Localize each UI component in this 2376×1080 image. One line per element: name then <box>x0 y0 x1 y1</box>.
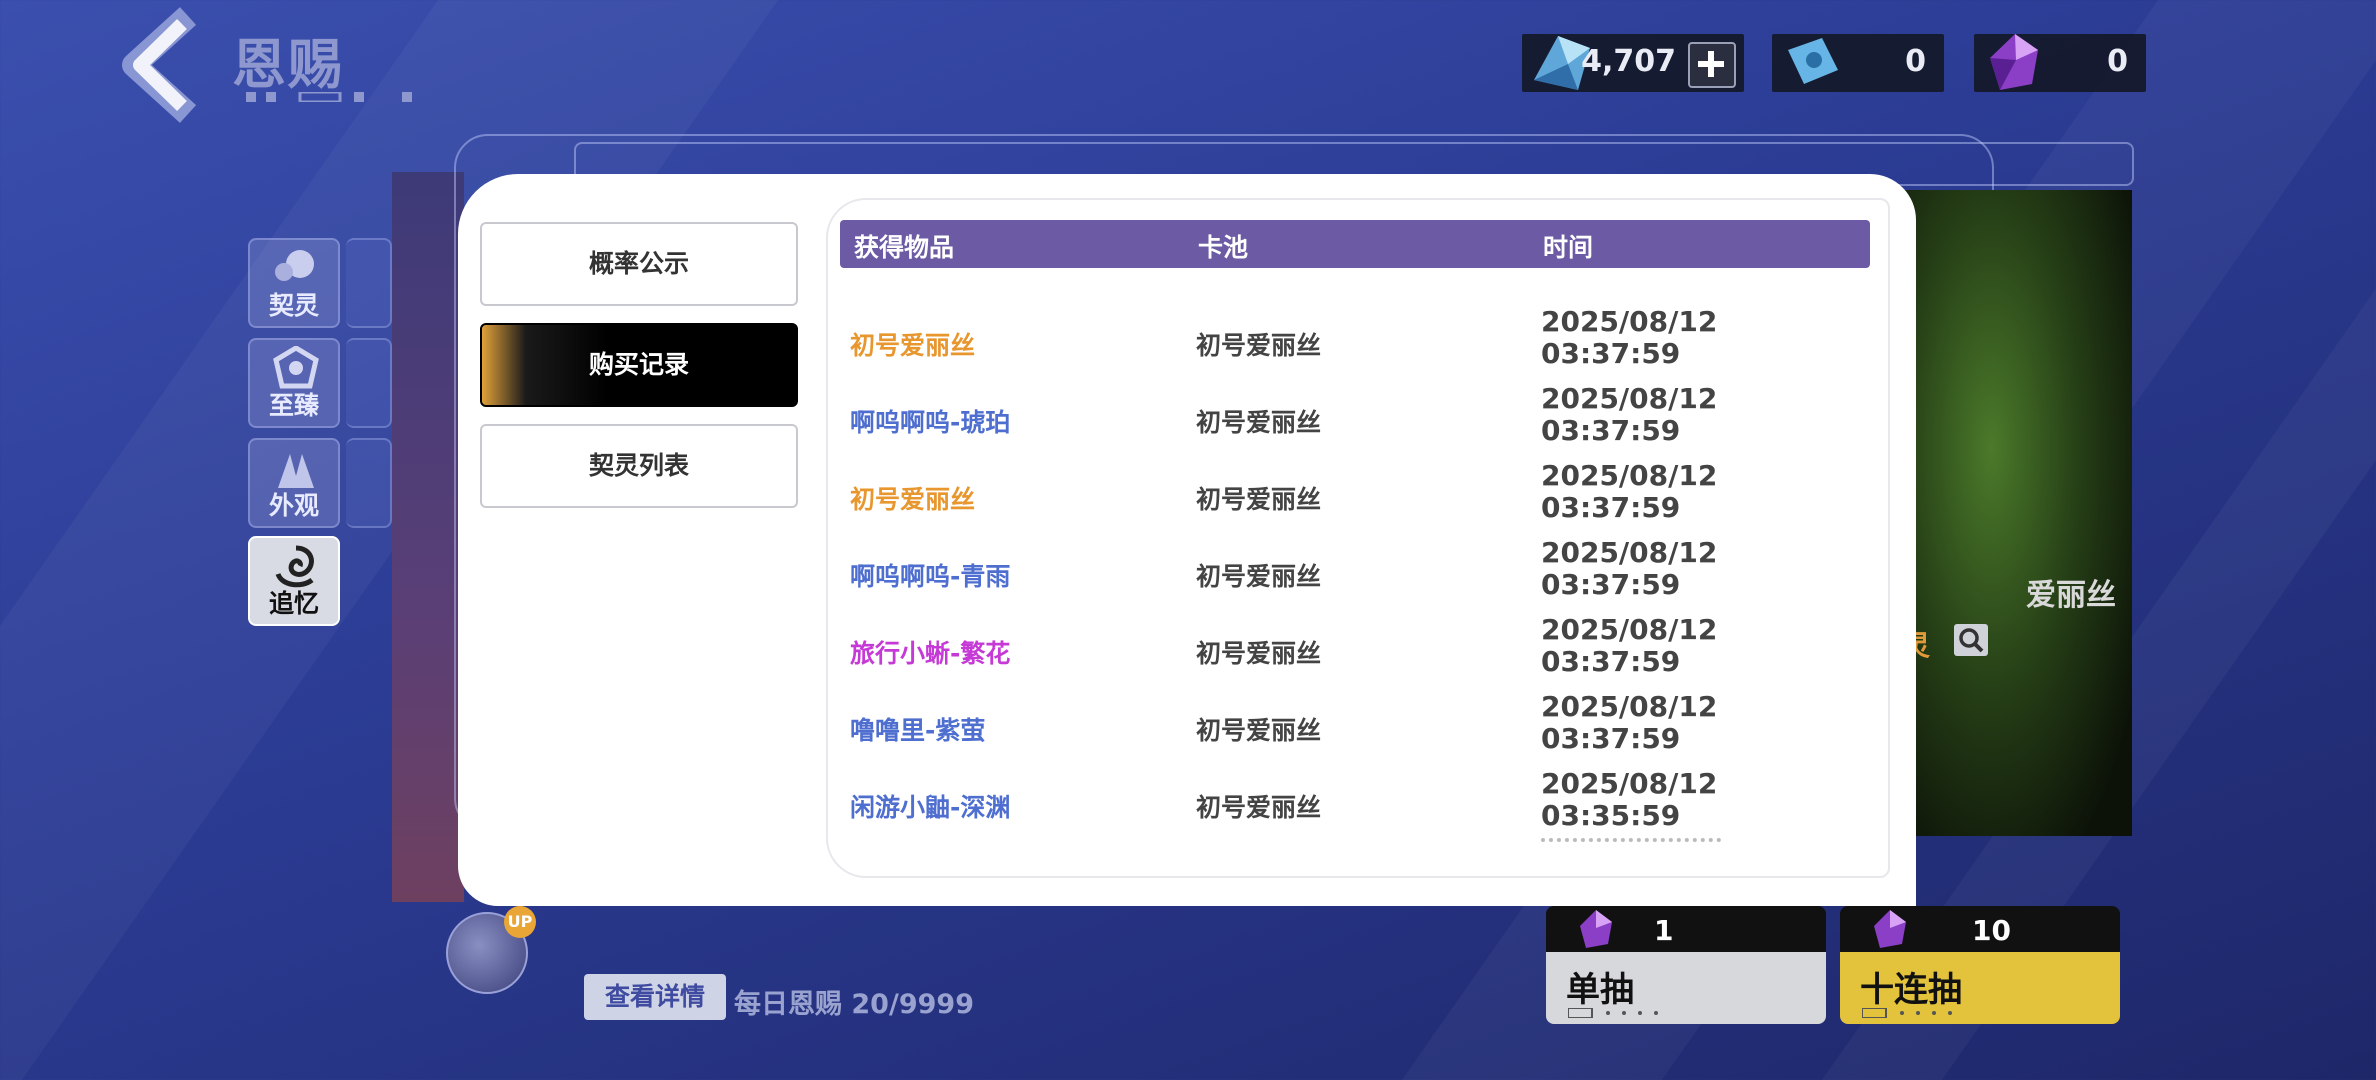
record-pool: 初号爱丽丝 <box>1196 331 1322 360</box>
record-time: 2025/08/12 03:37:59 <box>1541 460 1717 524</box>
ten-draw-button[interactable]: 10 十连抽 <box>1840 906 2120 1024</box>
record-clock: 03:35:59 <box>1541 799 1681 832</box>
label-decoration <box>1862 1008 1952 1018</box>
table-row: 闲游小鼬-深渊 初号爱丽丝 2025/08/12 03:35:59 <box>828 766 1888 843</box>
record-date: 2025/08/12 <box>1541 305 1718 338</box>
record-clock: 03:37:59 <box>1541 414 1681 447</box>
column-header-time: 时间 <box>1543 233 1594 262</box>
tab-probability[interactable]: 概率公示 <box>480 222 798 306</box>
purple-gem-icon <box>1580 910 1612 948</box>
sidebar-tab-edge <box>346 238 392 328</box>
title-decoration <box>246 92 412 102</box>
record-pool: 初号爱丽丝 <box>1196 639 1322 668</box>
currency-crystal: 4,707 <box>1522 34 1744 92</box>
add-currency-button[interactable] <box>1688 42 1736 88</box>
record-dialog: 概率公示 购买记录 契灵列表 获得物品 卡池 时间 初号爱丽丝 初号爱丽丝 2025… <box>458 174 1916 906</box>
blue-ticket-icon <box>1788 38 1838 84</box>
tab-purchase-history[interactable]: 购买记录 <box>480 323 798 407</box>
currency-ticket: 0 <box>1772 34 1944 92</box>
table-row: 啊呜啊呜-青雨 初号爱丽丝 2025/08/12 03:37:59 <box>828 535 1888 612</box>
record-pool: 初号爱丽丝 <box>1196 408 1322 437</box>
label-decoration <box>1568 1008 1658 1018</box>
draw-label: 单抽 <box>1566 970 1634 1010</box>
draw-cost: 10 <box>1972 914 2011 947</box>
record-time: 2025/08/12 03:37:59 <box>1541 306 1717 370</box>
draw-label-area: 单抽 <box>1546 952 1826 1024</box>
sidebar-item-memory[interactable]: 追忆 <box>248 536 340 626</box>
purchase-records-table[interactable]: 获得物品 卡池 时间 初号爱丽丝 初号爱丽丝 2025/08/12 03:37:59 啊… <box>826 198 1890 878</box>
record-clock: 03:37:59 <box>1541 568 1681 601</box>
banner-character-name: 爱丽丝 <box>2026 578 2116 613</box>
draw-label-area: 十连抽 <box>1840 952 2120 1024</box>
record-time: 2025/08/12 03:37:59 <box>1541 383 1717 447</box>
page-title: 恩赐 <box>232 33 344 96</box>
record-clock: 03:37:59 <box>1541 645 1681 678</box>
record-item: 旅行小蜥-繁花 <box>850 639 1011 668</box>
record-clock: 03:37:59 <box>1541 722 1681 755</box>
column-header-item: 获得物品 <box>854 233 955 262</box>
view-details-button[interactable]: 查看详情 <box>584 974 726 1020</box>
currency-gem: 0 <box>1974 34 2146 92</box>
daily-blessing-counter: 每日恩赐 20/9999 <box>734 989 974 1020</box>
draw-cost: 1 <box>1654 914 1674 947</box>
record-pool: 初号爱丽丝 <box>1196 793 1322 822</box>
up-character-avatar[interactable]: UP <box>446 906 536 994</box>
record-clock: 03:37:59 <box>1541 491 1681 524</box>
draw-cost-bar: 10 <box>1840 906 2120 952</box>
record-date: 2025/08/12 <box>1541 767 1718 800</box>
record-date: 2025/08/12 <box>1541 536 1718 569</box>
back-button[interactable] <box>118 6 206 124</box>
currency-value: 0 <box>2107 44 2128 79</box>
table-row: 初号爱丽丝 初号爱丽丝 2025/08/12 03:37:59 <box>828 458 1888 535</box>
record-date: 2025/08/12 <box>1541 459 1718 492</box>
record-item: 闲游小鼬-深渊 <box>850 793 1011 822</box>
record-time: 2025/08/12 03:35:59 <box>1541 768 1717 832</box>
record-date: 2025/08/12 <box>1541 690 1718 723</box>
record-time: 2025/08/12 03:37:59 <box>1541 614 1717 678</box>
sidebar-item-label: 契灵 <box>268 291 319 320</box>
banner-search-button[interactable] <box>1954 624 1988 656</box>
currency-value: 0 <box>1905 44 1926 79</box>
record-date: 2025/08/12 <box>1541 613 1718 646</box>
record-time: 2025/08/12 03:37:59 <box>1541 691 1717 755</box>
sidebar-item-label: 至臻 <box>268 391 319 420</box>
tab-pet-list[interactable]: 契灵列表 <box>480 424 798 508</box>
record-item: 啊呜啊呜-琥珀 <box>850 408 1011 437</box>
record-time: 2025/08/12 03:37:59 <box>1541 537 1717 601</box>
up-badge: UP <box>504 906 536 938</box>
purple-gem-icon <box>1874 910 1906 948</box>
banner-art-right: 爱丽丝 灵 <box>1898 190 2132 836</box>
record-item: 啊呜啊呜-青雨 <box>850 562 1011 591</box>
search-icon <box>1959 628 1984 653</box>
table-row: 噜噜里-紫萤 初号爱丽丝 2025/08/12 03:37:59 <box>828 689 1888 766</box>
sidebar-tab-edge <box>346 438 392 528</box>
sidebar-item-label: 追忆 <box>268 589 319 618</box>
sidebar-item-pet[interactable]: 契灵 <box>248 238 340 328</box>
draw-label: 十连抽 <box>1860 970 1962 1010</box>
table-row-partial <box>1541 838 1721 850</box>
sidebar-item-outfit[interactable]: 外观 <box>248 438 340 528</box>
purple-gem-icon <box>1990 34 2038 90</box>
column-header-pool: 卡池 <box>1198 233 1249 262</box>
record-pool: 初号爱丽丝 <box>1196 485 1322 514</box>
sidebar-item-label: 外观 <box>268 491 319 520</box>
table-row: 啊呜啊呜-琥珀 初号爱丽丝 2025/08/12 03:37:59 <box>828 381 1888 458</box>
plus-icon <box>1698 51 1724 77</box>
record-pool: 初号爱丽丝 <box>1196 716 1322 745</box>
table-row: 初号爱丽丝 初号爱丽丝 2025/08/12 03:37:59 <box>828 304 1888 381</box>
record-clock: 03:37:59 <box>1541 337 1681 370</box>
currency-value: 4,707 <box>1581 44 1676 79</box>
table-row: 旅行小蜥-繁花 初号爱丽丝 2025/08/12 03:37:59 <box>828 612 1888 689</box>
record-date: 2025/08/12 <box>1541 382 1718 415</box>
record-item: 噜噜里-紫萤 <box>850 716 986 745</box>
record-item: 初号爱丽丝 <box>850 331 976 360</box>
chevron-left-icon <box>122 7 197 123</box>
sidebar-tab-edge <box>346 338 392 428</box>
sidebar-item-crest[interactable]: 至臻 <box>248 338 340 428</box>
draw-cost-bar: 1 <box>1546 906 1826 952</box>
record-pool: 初号爱丽丝 <box>1196 562 1322 591</box>
single-draw-button[interactable]: 1 单抽 <box>1546 906 1826 1024</box>
record-item: 初号爱丽丝 <box>850 485 976 514</box>
table-header: 获得物品 卡池 时间 <box>840 220 1870 268</box>
